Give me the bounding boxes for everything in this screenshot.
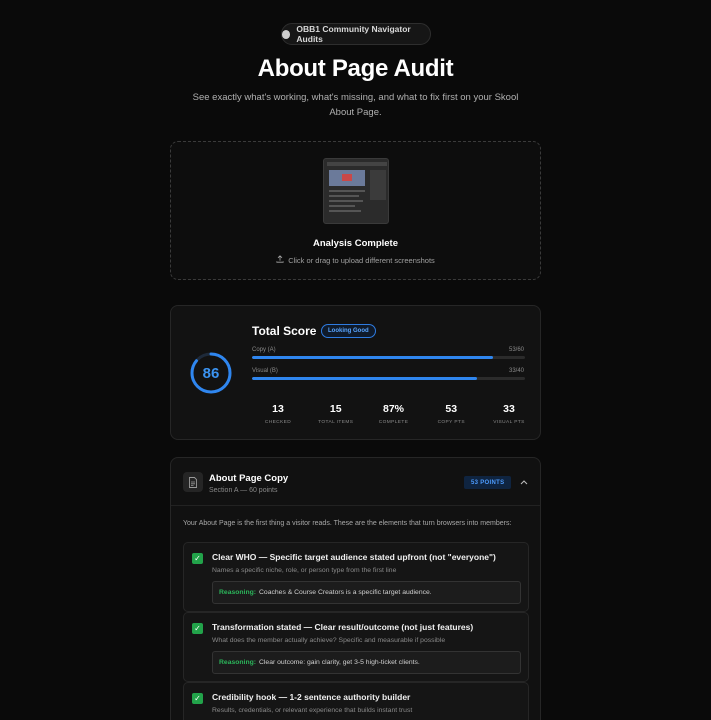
section-intro: Your About Page is the first thing a vis…: [183, 520, 512, 527]
section-header[interactable]: About Page Copy Section A — 60 points 53…: [171, 458, 540, 506]
page-title: About Page Audit: [257, 55, 454, 82]
brand-badge-label: OBB1 Community Navigator Audits: [296, 24, 411, 44]
upload-icon: [276, 255, 284, 265]
section-subtitle: Section A — 60 points: [209, 487, 278, 494]
upload-dropzone[interactable]: Analysis Complete Click or drag to uploa…: [170, 141, 541, 280]
total-score-card: 86 Total Score Looking Good Copy (A) 53/…: [170, 305, 541, 440]
upload-hint[interactable]: Click or drag to upload different screen…: [171, 255, 540, 265]
item-title: Transformation stated — Clear result/out…: [212, 622, 474, 632]
upload-status: Analysis Complete: [313, 238, 398, 249]
section-points-badge: 53 POINTS: [464, 476, 512, 489]
stat-number: 13: [272, 403, 284, 415]
checkbox-checked-icon[interactable]: ✓: [192, 553, 203, 564]
stat-complete: 87% COMPLETE: [368, 403, 420, 425]
stat-number: 53: [445, 403, 458, 415]
total-score-label: Total Score: [252, 324, 317, 338]
stat-number: 87%: [382, 403, 404, 415]
score-status-badge: Looking Good: [321, 324, 376, 338]
stat-label: COMPLETE: [378, 420, 409, 425]
item-title: Credibility hook — 1-2 sentence authorit…: [212, 692, 411, 702]
stat-total-items: 15 TOTAL ITEMS: [310, 403, 362, 425]
item-description: What does the member actually achieve? S…: [212, 637, 446, 644]
item-description: Names a specific niche, role, or person …: [212, 567, 397, 574]
stat-copy-pts: 53 COPY PTS: [425, 403, 477, 425]
copy-progress-bar: [252, 356, 525, 359]
item-description: Results, credentials, or relevant experi…: [212, 707, 413, 714]
reasoning-label: Reasoning:: [219, 589, 257, 596]
visual-bar-value: 33/40: [508, 368, 524, 374]
section-title: About Page Copy: [209, 473, 289, 484]
stat-checked: 13 CHECKED: [252, 403, 304, 425]
score-stats: 13 CHECKED 15 TOTAL ITEMS 87% COMPLETE 5…: [252, 403, 535, 425]
upload-hint-label: Click or drag to upload different screen…: [288, 256, 435, 265]
score-value: 86: [202, 364, 220, 382]
reasoning-text: Clear outcome: gain clarity, get 3-5 hig…: [259, 659, 420, 666]
copy-bar-label: Copy (A): [252, 347, 276, 353]
stat-label: COPY PTS: [437, 420, 465, 425]
item-reasoning: Reasoning: Coaches & Course Creators is …: [212, 581, 521, 604]
item-title: Clear WHO — Specific target audience sta…: [212, 552, 496, 562]
screenshot-thumbnail: [323, 158, 389, 224]
stat-label: CHECKED: [264, 420, 292, 425]
visual-progress-bar: [252, 377, 525, 380]
stat-number: 33: [503, 403, 515, 415]
checklist-item: ✓ Clear WHO — Specific target audience s…: [183, 542, 529, 612]
item-reasoning: Reasoning: Clear outcome: gain clarity, …: [212, 651, 521, 674]
stat-label: VISUAL PTS: [493, 420, 525, 425]
stat-visual-pts: 33 VISUAL PTS: [483, 403, 535, 425]
checkbox-checked-icon[interactable]: ✓: [192, 623, 203, 634]
visual-bar-label: Visual (B): [252, 368, 278, 374]
checklist-item: ✓ Transformation stated — Clear result/o…: [183, 612, 529, 682]
stat-number: 15: [329, 403, 342, 415]
page-subtitle: See exactly what's working, what's missi…: [192, 92, 519, 118]
reasoning-text: Coaches & Course Creators is a specific …: [259, 589, 432, 596]
stat-label: TOTAL ITEMS: [318, 420, 354, 425]
copy-bar-value: 53/60: [508, 347, 524, 353]
checkbox-checked-icon[interactable]: ✓: [192, 693, 203, 704]
brand-logo-icon: [282, 29, 291, 39]
document-icon: [183, 472, 203, 492]
about-page-copy-section: About Page Copy Section A — 60 points 53…: [170, 457, 541, 720]
brand-badge: OBB1 Community Navigator Audits: [281, 23, 431, 45]
chevron-up-icon[interactable]: [520, 478, 528, 487]
checklist-item: ✓ Credibility hook — 1-2 sentence author…: [183, 682, 529, 720]
reasoning-label: Reasoning:: [219, 659, 257, 666]
